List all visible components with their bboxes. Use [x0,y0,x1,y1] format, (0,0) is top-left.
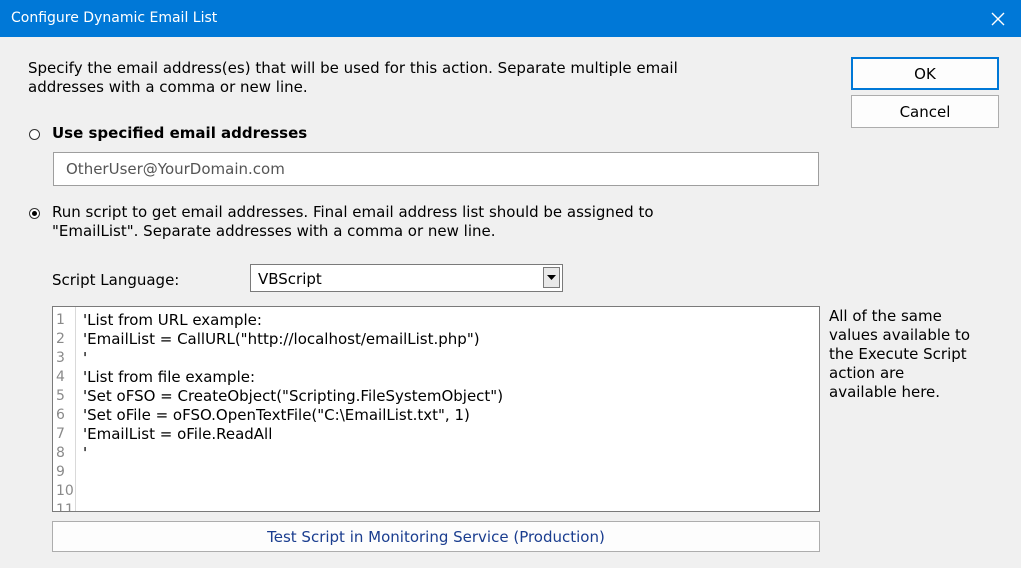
dialog-body: Specify the email address(es) that will … [0,37,1021,568]
email-addresses-input[interactable]: OtherUser@YourDomain.com [53,152,819,186]
line-number: 7 [56,426,65,442]
code-text[interactable]: 'Set oFile = oFSO.OpenTextFile("C:\Email… [83,406,470,425]
radio-use-specified[interactable] [29,129,40,140]
radio-run-script[interactable] [29,208,40,219]
code-text[interactable]: ' [83,349,87,368]
code-text[interactable]: 'EmailList = oFile.ReadAll [83,425,272,444]
line-number: 8 [56,445,65,461]
line-number: 9 [56,464,65,480]
side-note-line-3: the Execute Script [829,345,967,363]
radio-run-script-label-line-1[interactable]: Run script to get email addresses. Final… [52,203,654,222]
intro-text-line-1: Specify the email address(es) that will … [28,59,678,77]
line-number: 2 [56,331,65,347]
side-note-line-4: action are [829,364,905,382]
side-note-line-2: values available to [829,326,971,344]
radio-run-script-label-line-2[interactable]: "EmailList". Separate addresses with a c… [52,222,496,241]
close-icon [991,12,1005,25]
dropdown-arrow[interactable] [543,267,560,288]
window-title: Configure Dynamic Email List [11,10,218,26]
code-text[interactable]: 'List from file example: [83,368,255,387]
line-number: 6 [56,407,65,423]
code-text[interactable]: ' [83,444,87,463]
intro-text-line-2: addresses with a comma or new line. [28,78,308,96]
line-number: 1 [56,312,65,328]
line-number: 10 [56,483,74,499]
code-text[interactable]: 'EmailList = CallURL("http://localhost/e… [83,330,480,349]
script-language-value: VBScript [258,270,322,288]
cancel-button[interactable]: Cancel [851,95,999,128]
close-button[interactable] [975,0,1021,37]
line-number: 4 [56,369,65,385]
code-text[interactable]: 'List from URL example: [83,311,262,330]
chevron-down-icon [547,274,556,280]
title-bar: Configure Dynamic Email List [0,0,1021,37]
script-editor[interactable]: 1 'List from URL example: 2 'EmailList = Ca… [52,306,820,512]
line-number: 3 [56,350,65,366]
radio-selected-dot [32,211,37,216]
line-number: 11 [56,502,74,512]
test-script-button[interactable]: Test Script in Monitoring Service (Produ… [52,521,820,552]
radio-use-specified-label[interactable]: Use specified email addresses [52,124,307,143]
line-number: 5 [56,388,65,404]
side-note-line-5: available here. [829,383,941,401]
ok-button[interactable]: OK [851,57,999,90]
script-language-select[interactable]: VBScript [250,264,563,292]
side-note-line-1: All of the same [829,307,942,325]
script-language-label: Script Language: [52,271,180,289]
code-text[interactable]: 'Set oFSO = CreateObject("Scripting.File… [83,387,503,406]
